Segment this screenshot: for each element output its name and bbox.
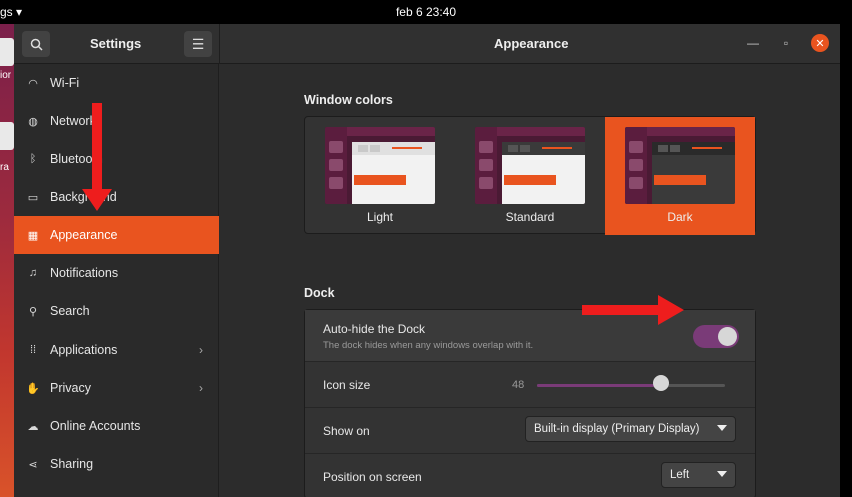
sidebar-title: Settings — [90, 36, 142, 51]
background-icon: ▭ — [27, 191, 39, 204]
minimize-button[interactable]: — — [744, 34, 762, 52]
show-on-dropdown[interactable]: Built-in display (Primary Display) — [525, 416, 736, 442]
clock[interactable]: feb 6 23:40 — [0, 5, 852, 19]
chevron-down-icon — [717, 425, 727, 431]
autohide-label: Auto-hide the Dock — [323, 322, 426, 336]
maximize-icon: ▫ — [783, 36, 789, 50]
search-icon — [30, 38, 43, 51]
dock-heading: Dock — [304, 286, 335, 300]
sidebar-item-appearance[interactable]: ▦ Appearance — [14, 216, 219, 254]
position-value: Left — [670, 469, 690, 481]
sidebar-item-privacy[interactable]: ✋ Privacy › — [14, 369, 219, 407]
theme-standard[interactable]: Standard — [455, 117, 605, 235]
share-icon: ⋖ — [28, 458, 38, 471]
sidebar-item-label: Privacy — [50, 381, 91, 395]
search-button[interactable] — [22, 31, 50, 57]
wifi-icon: ◠ — [28, 77, 38, 90]
close-button[interactable]: ✕ — [811, 34, 829, 52]
sidebar-item-label: Sharing — [50, 457, 94, 471]
appearance-panel: Window colors Light Standard Dark Dock A… — [220, 64, 840, 497]
position-dropdown[interactable]: Left — [661, 462, 736, 488]
apps-grid-icon: ⁞⁞ — [29, 344, 37, 356]
sidebar-item-label: Applications — [50, 343, 118, 357]
desktop-icon-label: ra — [0, 162, 9, 173]
chevron-right-icon: › — [199, 343, 203, 357]
autohide-description: The dock hides when any windows overlap … — [323, 340, 534, 351]
sidebar-item-search[interactable]: ⚲ Search — [14, 292, 219, 330]
sidebar-item-label: Notifications — [50, 266, 119, 280]
close-icon: ✕ — [815, 37, 825, 50]
hand-icon: ✋ — [26, 382, 40, 395]
settings-window: Settings ☰ Appearance — ▫ ✕ ◠ Wi-Fi ◍ Ne… — [14, 24, 840, 497]
dock-settings: Auto-hide the Dock The dock hides when a… — [304, 309, 756, 497]
sidebar-item-bluetooth[interactable]: ᛒ Bluetooth — [14, 140, 219, 178]
theme-light-label: Light — [366, 210, 394, 224]
bluetooth-icon: ᛒ — [29, 153, 37, 165]
theme-dark-label: Dark — [667, 210, 693, 224]
position-label: Position on screen — [323, 470, 422, 484]
menu-button[interactable]: ☰ — [184, 31, 212, 57]
sidebar-header: Settings ☰ — [14, 24, 220, 64]
page-title: Appearance — [494, 36, 569, 51]
show-on-row: Show on Built-in display (Primary Displa… — [305, 408, 755, 454]
sidebar-item-sharing[interactable]: ⋖ Sharing — [14, 445, 219, 483]
icon-size-slider-handle[interactable] — [653, 375, 670, 391]
icon-size-row: Icon size 48 — [305, 362, 755, 408]
sidebar-item-background[interactable]: ▭ Background — [14, 178, 219, 216]
maximize-button[interactable]: ▫ — [777, 34, 795, 52]
bell-icon: ♫ — [28, 267, 38, 279]
icon-size-slider-track[interactable] — [537, 384, 725, 387]
theme-dark[interactable]: Dark — [605, 117, 755, 235]
desktop-icon-label: ior — [0, 70, 12, 81]
sidebar-item-network[interactable]: ◍ Network — [14, 102, 219, 140]
autohide-toggle[interactable] — [693, 325, 739, 348]
sidebar-item-applications[interactable]: ⁞⁞ Applications › — [14, 331, 219, 369]
theme-light[interactable]: Light — [305, 117, 455, 235]
sidebar-item-label: Appearance — [50, 228, 118, 242]
system-top-bar: gs ▾ feb 6 23:40 — [0, 0, 852, 24]
trash-icon[interactable] — [0, 122, 14, 150]
theme-dark-preview — [625, 127, 735, 204]
theme-standard-label: Standard — [505, 210, 555, 224]
sidebar: ◠ Wi-Fi ◍ Network ᛒ Bluetooth ▭ Backgrou… — [14, 64, 219, 497]
network-icon: ◍ — [28, 115, 38, 128]
window-colors-heading: Window colors — [304, 93, 393, 107]
sidebar-item-label: Search — [50, 304, 90, 318]
sidebar-item-label: Online Accounts — [50, 419, 141, 433]
theme-light-preview — [325, 127, 435, 204]
sidebar-item-notifications[interactable]: ♫ Notifications — [14, 254, 219, 292]
cloud-icon: ☁ — [27, 420, 39, 433]
annotation-arrow-right — [582, 305, 660, 315]
appearance-icon: ▦ — [27, 229, 39, 242]
search-icon: ⚲ — [28, 305, 38, 318]
icon-size-label: Icon size — [323, 378, 371, 392]
hamburger-icon: ☰ — [191, 35, 205, 52]
window-colors-selector: Light Standard Dark — [304, 116, 756, 235]
header-bar: Settings ☰ Appearance — ▫ ✕ — [14, 24, 840, 64]
annotation-arrow-down-head — [82, 189, 112, 211]
sidebar-item-wifi[interactable]: ◠ Wi-Fi — [14, 64, 219, 102]
icon-size-slider-fill — [537, 384, 662, 387]
home-folder-icon[interactable] — [0, 38, 14, 66]
sidebar-item-label: Network — [50, 114, 96, 128]
sidebar-item-label: Wi-Fi — [50, 76, 80, 90]
chevron-down-icon — [717, 471, 727, 477]
show-on-label: Show on — [323, 424, 370, 438]
icon-size-value: 48 — [512, 379, 525, 391]
theme-standard-preview — [475, 127, 585, 204]
show-on-value: Built-in display (Primary Display) — [534, 423, 700, 435]
annotation-arrow-down — [92, 103, 102, 191]
minimize-icon: — — [747, 36, 759, 50]
autohide-row: Auto-hide the Dock The dock hides when a… — [305, 310, 755, 362]
position-row: Position on screen Left — [305, 454, 755, 497]
annotation-arrow-right-head — [658, 295, 684, 325]
chevron-right-icon: › — [199, 381, 203, 395]
sidebar-item-online-accounts[interactable]: ☁ Online Accounts — [14, 407, 219, 445]
